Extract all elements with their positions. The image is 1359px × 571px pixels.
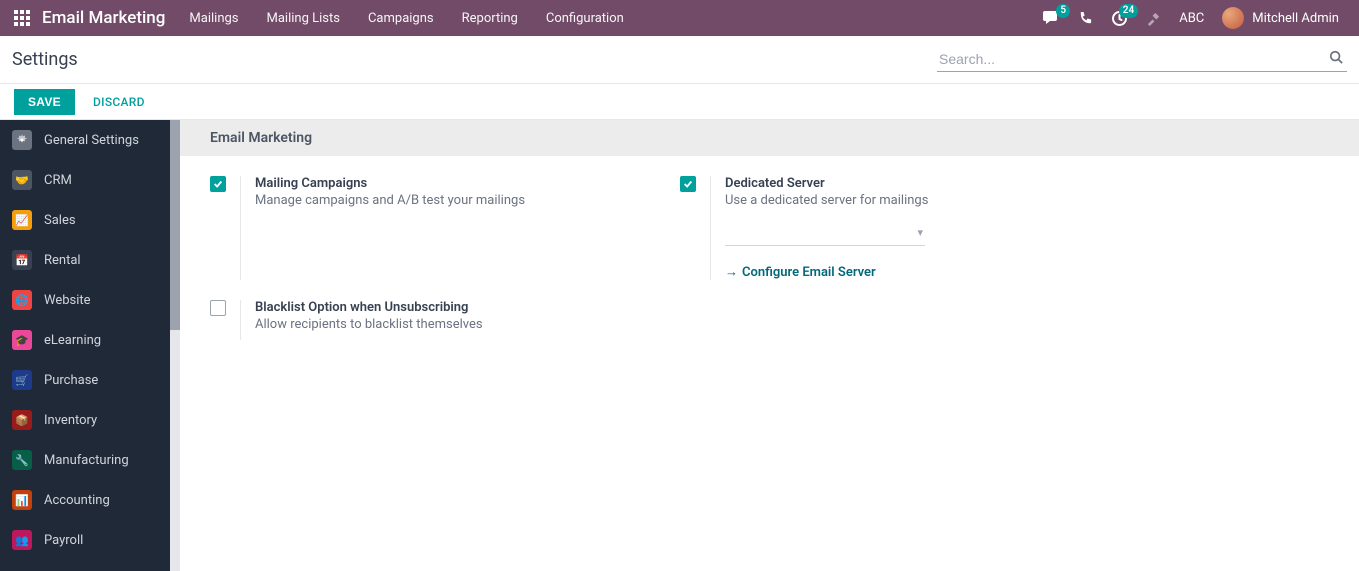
sidebar-item-manufacturing[interactable]: 🔧 Manufacturing	[0, 440, 180, 480]
topbar-right: 5 24 ABC Mitchell Admin	[1042, 0, 1359, 36]
checkbox-dedicated-server[interactable]	[680, 176, 696, 192]
nav-mailing-lists[interactable]: Mailing Lists	[267, 11, 340, 26]
nav-reporting[interactable]: Reporting	[462, 11, 518, 26]
setting-mailing-campaigns: Mailing Campaigns Manage campaigns and A…	[210, 176, 620, 280]
sidebar-item-label: eLearning	[44, 333, 101, 348]
globe-icon: 🌐	[12, 290, 32, 310]
sidebar-item-payroll[interactable]: 👥 Payroll	[0, 520, 180, 560]
setting-title: Blacklist Option when Unsubscribing	[255, 300, 483, 315]
nav-configuration[interactable]: Configuration	[546, 11, 624, 26]
checkbox-blacklist[interactable]	[210, 300, 226, 316]
action-bar: SAVE DISCARD	[0, 84, 1359, 120]
setting-desc: Use a dedicated server for mailings	[725, 193, 928, 208]
app-brand[interactable]: Email Marketing	[42, 8, 165, 28]
sidebar-item-purchase[interactable]: 🛒 Purchase	[0, 360, 180, 400]
sidebar-item-label: Rental	[44, 253, 81, 268]
section-heading: Email Marketing	[180, 120, 1359, 156]
search-input[interactable]	[937, 47, 1347, 72]
ledger-icon: 📊	[12, 490, 32, 510]
nav-menu: Mailings Mailing Lists Campaigns Reporti…	[189, 11, 623, 26]
setting-desc: Allow recipients to blacklist themselves	[255, 317, 483, 332]
save-button[interactable]: SAVE	[14, 89, 75, 115]
wrench-icon: 🔧	[12, 450, 32, 470]
arrow-right-icon: →	[725, 265, 738, 280]
sidebar-item-label: Manufacturing	[44, 453, 129, 468]
setting-desc: Manage campaigns and A/B test your maili…	[255, 193, 525, 208]
chat-badge: 5	[1056, 4, 1070, 18]
sidebar-item-label: Website	[44, 293, 91, 308]
checkbox-mailing-campaigns[interactable]	[210, 176, 226, 192]
subheader: Settings	[0, 36, 1359, 84]
sidebar-item-accounting[interactable]: 📊 Accounting	[0, 480, 180, 520]
book-icon: 🎓	[12, 330, 32, 350]
sidebar-item-label: General Settings	[44, 133, 139, 148]
settings-content: Email Marketing Mailing Campaigns Manage…	[180, 120, 1359, 571]
sidebar-item-general-settings[interactable]: General Settings	[0, 120, 180, 160]
user-menu[interactable]: Mitchell Admin	[1222, 7, 1339, 29]
tools-icon[interactable]	[1146, 11, 1161, 26]
avatar	[1222, 7, 1244, 29]
setting-dedicated-server: Dedicated Server Use a dedicated server …	[680, 176, 1090, 280]
calendar-icon: 📅	[12, 250, 32, 270]
sidebar-item-label: Accounting	[44, 493, 110, 508]
configure-email-server-link[interactable]: Configure Email Server	[742, 265, 876, 280]
gear-icon	[12, 130, 32, 150]
sidebar-item-label: Payroll	[44, 533, 83, 548]
users-icon: 👥	[12, 530, 32, 550]
sidebar-item-inventory[interactable]: 📦 Inventory	[0, 400, 180, 440]
settings-row-1: Mailing Campaigns Manage campaigns and A…	[180, 156, 1359, 300]
setting-blacklist: Blacklist Option when Unsubscribing Allo…	[210, 300, 620, 340]
search-wrap	[937, 47, 1347, 72]
main: General Settings 🤝 CRM 📈 Sales 📅 Rental …	[0, 120, 1359, 571]
sidebar-item-elearning[interactable]: 🎓 eLearning	[0, 320, 180, 360]
top-navbar: Email Marketing Mailings Mailing Lists C…	[0, 0, 1359, 36]
cart-icon: 🛒	[12, 370, 32, 390]
nav-campaigns[interactable]: Campaigns	[368, 11, 434, 26]
company-selector[interactable]: ABC	[1179, 11, 1204, 26]
settings-row-2: Blacklist Option when Unsubscribing Allo…	[180, 300, 1359, 360]
search-icon[interactable]	[1329, 50, 1343, 64]
sidebar-scrollbar[interactable]	[170, 120, 180, 571]
chat-icon[interactable]: 5	[1042, 10, 1060, 26]
sidebar-item-label: Sales	[44, 213, 76, 228]
setting-title: Mailing Campaigns	[255, 176, 525, 191]
clock-badge: 24	[1119, 4, 1138, 18]
sidebar-item-rental[interactable]: 📅 Rental	[0, 240, 180, 280]
user-name: Mitchell Admin	[1252, 11, 1339, 26]
sidebar-item-label: Inventory	[44, 413, 97, 428]
box-icon: 📦	[12, 410, 32, 430]
setting-title: Dedicated Server	[725, 176, 928, 191]
discard-button[interactable]: DISCARD	[93, 95, 145, 109]
nav-mailings[interactable]: Mailings	[189, 11, 238, 26]
clock-icon[interactable]: 24	[1111, 10, 1128, 27]
sidebar-item-website[interactable]: 🌐 Website	[0, 280, 180, 320]
page-title: Settings	[12, 49, 78, 70]
sidebar-item-sales[interactable]: 📈 Sales	[0, 200, 180, 240]
handshake-icon: 🤝	[12, 170, 32, 190]
email-server-select[interactable]	[725, 226, 925, 246]
chart-icon: 📈	[12, 210, 32, 230]
settings-sidebar: General Settings 🤝 CRM 📈 Sales 📅 Rental …	[0, 120, 180, 571]
app-switcher-icon[interactable]	[12, 8, 32, 28]
sidebar-item-label: Purchase	[44, 373, 98, 388]
sidebar-item-crm[interactable]: 🤝 CRM	[0, 160, 180, 200]
sidebar-item-label: CRM	[44, 173, 72, 188]
phone-icon[interactable]	[1078, 11, 1093, 26]
